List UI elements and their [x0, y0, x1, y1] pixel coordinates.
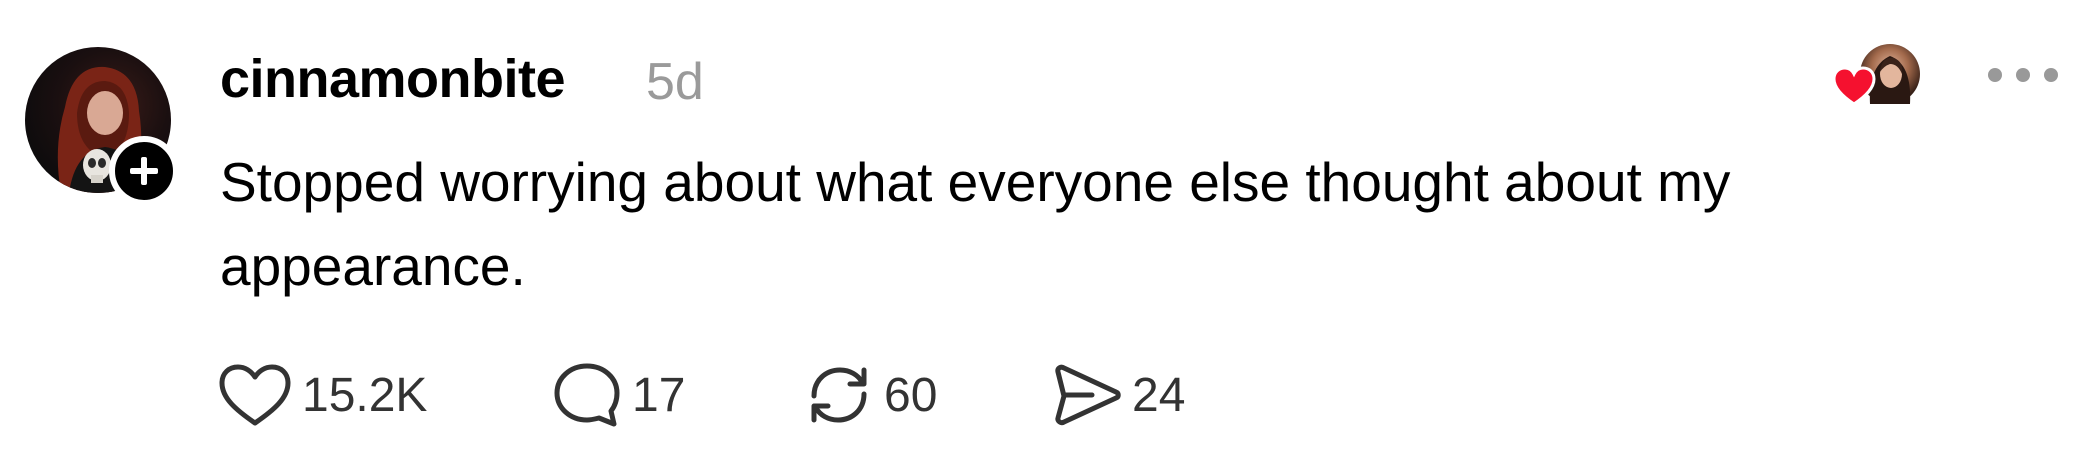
- share-count: 24: [1132, 368, 1186, 422]
- more-options-button[interactable]: [1988, 60, 2058, 90]
- thread-post: cinnamonbite 5d Stopped worrying about w…: [0, 0, 2086, 476]
- plus-icon: [130, 157, 158, 185]
- author-username[interactable]: cinnamonbite: [220, 48, 566, 110]
- reactors-cluster[interactable]: [1832, 44, 1922, 110]
- author-avatar-container[interactable]: [25, 47, 179, 206]
- share-button[interactable]: 24: [1052, 360, 1185, 430]
- heart-icon: [1832, 66, 1876, 106]
- more-horizontal-icon: [1988, 68, 2002, 82]
- repost-button[interactable]: 60: [804, 360, 937, 430]
- paper-plane-icon: [1055, 364, 1121, 426]
- repost-arrows-icon: [811, 367, 867, 423]
- more-dot: [2016, 68, 2030, 82]
- post-timestamp: 5d: [646, 53, 704, 111]
- post-body-text: Stopped worrying about what everyone els…: [220, 151, 1731, 297]
- follow-button[interactable]: [109, 136, 179, 206]
- heart-outline-icon: [219, 364, 291, 426]
- reply-count: 17: [632, 368, 686, 422]
- like-count: 15.2K: [302, 368, 428, 422]
- like-button[interactable]: 15.2K: [218, 360, 427, 430]
- reply-button[interactable]: 17: [552, 360, 685, 430]
- more-dot: [2044, 68, 2058, 82]
- repost-count: 60: [884, 368, 938, 422]
- speech-bubble-icon: [554, 363, 620, 427]
